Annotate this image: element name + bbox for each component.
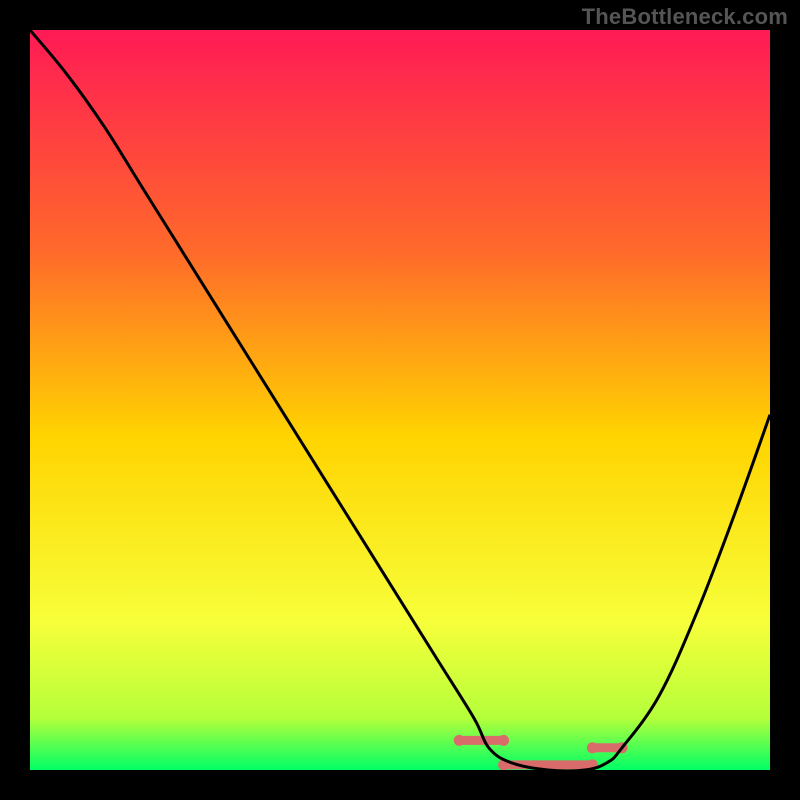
chart-frame: TheBottleneck.com [0, 0, 800, 800]
plot-area [30, 30, 770, 770]
bottleneck-chart [30, 30, 770, 770]
gradient-background [30, 30, 770, 770]
watermark-text: TheBottleneck.com [582, 4, 788, 30]
